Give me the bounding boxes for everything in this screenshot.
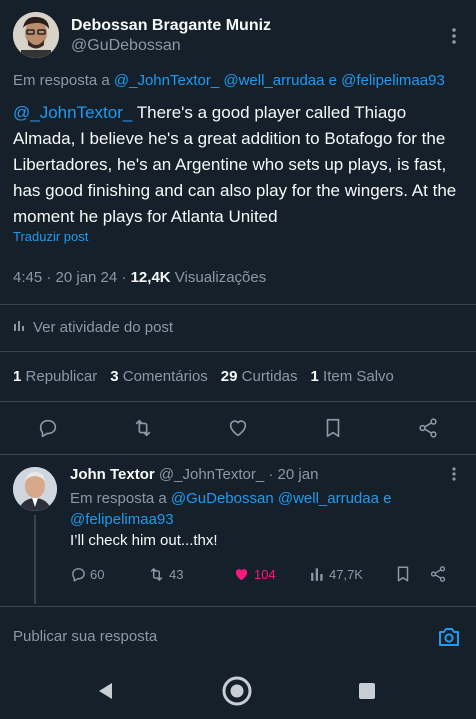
tweet-meta: 4:45 · 20 jan 24 · 12,4K Visualizações (13, 269, 266, 286)
repost-icon (150, 567, 163, 581)
views-label: Visualizações (174, 269, 267, 286)
reply-mention-3[interactable]: @felipelimaa93 (70, 511, 174, 528)
divider (0, 351, 476, 352)
share-icon (430, 566, 446, 582)
thread-line (34, 515, 36, 604)
analytics-icon (311, 568, 323, 581)
like-icon (229, 420, 247, 437)
author-avatar[interactable] (13, 12, 59, 58)
reply-and: e (383, 490, 392, 507)
reply-composer[interactable]: Publicar sua resposta (13, 628, 157, 645)
tweet-mention[interactable]: @_JohnTextor_ (13, 103, 132, 122)
repost-icon (135, 419, 151, 437)
reply-context: Em resposta a @_JohnTextor_ @well_arruda… (13, 72, 445, 89)
reply-bookmark-button[interactable] (395, 565, 429, 583)
author-avatar-image (13, 12, 59, 58)
reply-composer-placeholder: Publicar sua resposta (13, 628, 158, 645)
reply-avatar[interactable] (13, 467, 57, 511)
share-button[interactable] (408, 408, 448, 448)
reply-share-button[interactable] (429, 565, 447, 583)
reply-context: Em resposta a @GuDebossan @well_arrudaa … (70, 488, 410, 530)
translate-link[interactable]: Traduzir post (13, 229, 88, 244)
like-button[interactable] (218, 408, 258, 448)
stat-count: 1 (13, 368, 22, 385)
home-button[interactable] (221, 675, 253, 712)
stat-label: Republicar (25, 368, 98, 385)
reply-icon (72, 567, 85, 582)
stat-label: Curtidas (241, 368, 298, 385)
back-icon (99, 683, 112, 699)
author-name[interactable]: Debossan Bragante Muniz (71, 17, 271, 35)
more-icon[interactable] (451, 27, 457, 45)
stat-count: 3 (110, 368, 119, 385)
stat-label: Item Salvo (323, 368, 394, 385)
stat-comments[interactable]: 3 Comentários (110, 368, 208, 385)
stat-bookmarks[interactable]: 1 Item Salvo (311, 368, 394, 385)
reply-mention-3[interactable]: @felipelimaa93 (341, 72, 445, 89)
reply-mention-2[interactable]: @well_arrudaa (278, 490, 379, 507)
share-icon (419, 418, 438, 438)
stat-count: 1 (310, 368, 319, 385)
bookmark-icon (397, 566, 409, 582)
reply-time[interactable]: · 20 jan (268, 466, 318, 483)
home-icon (222, 676, 252, 706)
reply-actions: 60 43 104 47,7K (70, 562, 465, 586)
recents-icon (359, 683, 375, 699)
divider (0, 606, 476, 607)
author-handle[interactable]: @GuDebossan (71, 37, 181, 55)
more-icon[interactable] (451, 466, 457, 482)
camera-button[interactable] (437, 626, 461, 653)
stats-row: 1 Republicar 3 Comentários 29 Curtidas 1… (13, 368, 394, 385)
stat-label: Comentários (122, 368, 208, 385)
bookmark-icon (326, 418, 340, 438)
reply-text: I’ll check him out...thx! (70, 532, 218, 549)
reply-icon (39, 419, 56, 438)
reply-reply-button[interactable]: 60 (70, 566, 147, 583)
like-count: 104 (254, 566, 276, 582)
reply-repost-button[interactable]: 43 (147, 566, 232, 583)
stat-count: 29 (220, 368, 238, 385)
camera-icon (439, 628, 459, 646)
reply-mention-1[interactable]: @_JohnTextor_ (114, 72, 219, 89)
reply-mention-1[interactable]: @GuDebossan (171, 490, 274, 507)
reply-and: e (328, 72, 337, 89)
reply-mention-2[interactable]: @well_arrudaa (223, 72, 324, 89)
divider (0, 401, 476, 402)
repost-button[interactable] (123, 408, 163, 448)
analytics-icon (13, 318, 27, 336)
views-count: 47,7K (329, 566, 363, 582)
post-activity-link[interactable]: Ver atividade do post (13, 318, 173, 336)
reply-prefix: Em resposta a (70, 490, 167, 507)
reply-header: John Textor @_JohnTextor_ · 20 jan (70, 466, 318, 483)
views-count: 12,4K (130, 269, 171, 286)
back-button[interactable] (96, 681, 114, 706)
divider (0, 304, 476, 305)
post-activity-label: Ver atividade do post (33, 318, 174, 336)
reply-like-button[interactable]: 104 (232, 566, 310, 583)
tweet-text: @_JohnTextor_ There's a good player call… (13, 100, 465, 230)
tweet-actions (0, 408, 476, 448)
recents-button[interactable] (358, 682, 376, 705)
repost-count: 43 (169, 566, 184, 582)
tweet-time[interactable]: 4:45 · 20 jan 24 · (13, 269, 126, 286)
reply-avatar-image (13, 467, 57, 511)
like-icon (235, 568, 248, 580)
system-nav-bar (0, 659, 476, 719)
bookmark-button[interactable] (313, 408, 353, 448)
reply-count: 60 (90, 566, 105, 582)
stat-reposts[interactable]: 1 Republicar (13, 368, 97, 385)
reply-button[interactable] (28, 408, 68, 448)
reply-author-handle[interactable]: @_JohnTextor_ (159, 466, 264, 483)
divider (0, 454, 476, 455)
reply-views-button[interactable]: 47,7K (310, 566, 395, 582)
reply-prefix: Em resposta a (13, 72, 110, 89)
reply-author-name[interactable]: John Textor (70, 466, 155, 483)
stat-likes[interactable]: 29 Curtidas (221, 368, 298, 385)
